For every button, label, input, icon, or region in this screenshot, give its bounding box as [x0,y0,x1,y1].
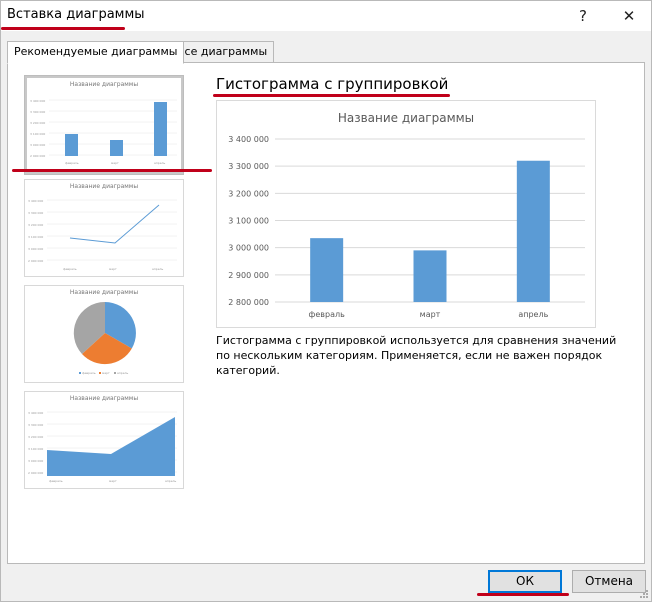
svg-text:март: март [109,479,117,483]
tab-content: Название диаграммы 3 400 000 3 300 000 3 2… [7,62,645,564]
svg-text:2 900 000: 2 900 000 [30,154,45,158]
y-tick-label: 2 800 000 [228,298,269,307]
y-tick-label: 3 200 000 [228,189,269,198]
svg-text:март: март [109,267,117,271]
svg-text:3 200 000: 3 200 000 [28,223,43,227]
svg-text:апрель: апрель [117,371,128,375]
svg-text:3 100 000: 3 100 000 [28,447,43,451]
svg-text:2 900 000: 2 900 000 [28,259,43,263]
title-bar: Вставка диаграммы ? ✕ [1,1,651,31]
y-tick-label: 3 000 000 [228,244,269,253]
dialog-title: Вставка диаграммы [7,7,145,22]
thumbnail-bar-3 [154,102,167,156]
bar [516,160,550,302]
tab-recommended-charts[interactable]: Рекомендуемые диаграммы [7,41,185,64]
bar [310,238,344,302]
svg-text:март: март [111,161,119,165]
x-tick-label: февраль [309,310,346,319]
y-tick-label: 2 900 000 [228,271,269,280]
thumbnail-bar-2 [110,140,123,156]
svg-text:3 000 000: 3 000 000 [28,247,43,251]
svg-text:3 400 000: 3 400 000 [28,199,43,203]
svg-text:3 300 000: 3 300 000 [28,211,43,215]
svg-text:3 000 000: 3 000 000 [28,459,43,463]
ok-highlight-underline [477,593,569,596]
svg-text:3 300 000: 3 300 000 [28,423,43,427]
chart-title: Название диаграммы [338,111,474,125]
thumbnail-pie-svg: февраль март апрель [73,301,136,375]
cancel-button[interactable]: Отмена [572,570,646,593]
thumbnail-column-svg: 3 400 000 3 300 000 3 200 000 3 100 000 3 0… [30,99,177,165]
selected-thumbnail-underline [12,169,212,172]
svg-text:3 100 000: 3 100 000 [30,132,45,136]
tab-all-charts[interactable]: Все диаграммы [170,41,275,63]
svg-text:3 100 000: 3 100 000 [28,235,43,239]
chart-description: Гистограмма с группировкой используется … [216,334,617,377]
y-tick-label: 3 300 000 [228,162,269,171]
svg-text:февраль: февраль [65,161,79,165]
close-icon: ✕ [622,7,636,25]
svg-text:февраль: февраль [82,371,96,375]
svg-text:апрель: апрель [154,161,165,165]
close-button[interactable]: ✕ [615,4,643,28]
thumbnail-clustered-column[interactable]: Название диаграммы 3 400 000 3 300 000 3 2… [24,75,184,175]
title-highlight-underline [1,27,125,30]
thumbnail-line[interactable]: Название диаграммы 3 400 000 3 300 000 3 2… [24,179,184,277]
resize-grip-icon[interactable] [639,589,649,599]
y-tick-label: 3 400 000 [228,135,269,144]
svg-text:3 000 000: 3 000 000 [30,143,45,147]
x-tick-label: март [420,310,441,319]
x-tick-label: апрель [518,310,548,319]
thumbnail-bar-1 [65,134,78,156]
thumbnail-list: Название диаграммы 3 400 000 3 300 000 3 2… [18,75,193,489]
svg-text:3 200 000: 3 200 000 [30,121,45,125]
help-button[interactable]: ? [569,4,597,28]
y-tick-label: 3 100 000 [228,217,269,226]
thumbnail-line-svg: 3 400 000 3 300 000 3 200 000 3 100 000 3 0… [28,199,177,271]
svg-text:3 400 000: 3 400 000 [30,99,45,103]
ok-button[interactable]: ОК [488,570,562,593]
thumbnail-pie[interactable]: Название диаграммы февраль март апрель [24,285,184,383]
svg-text:2 900 000: 2 900 000 [28,471,43,475]
chart-preview: Название диаграммы 2 800 000 2 900 000 3 00… [216,100,596,328]
insert-chart-dialog: Вставка диаграммы ? ✕ Рекомендуемые диаг… [0,0,652,602]
thumbnail-area-svg: 3 400 000 3 300 000 3 200 000 3 100 000 3 0… [28,411,177,483]
svg-text:март: март [102,371,110,375]
svg-text:апрель: апрель [165,479,176,483]
preview-chart-svg: Название диаграммы 2 800 000 2 900 000 3 00… [228,111,585,319]
svg-text:3 200 000: 3 200 000 [28,435,43,439]
svg-text:3 400 000: 3 400 000 [28,411,43,415]
bar [413,250,447,302]
chart-type-highlight-underline [213,94,450,97]
thumbnail-area[interactable]: Название диаграммы 3 400 000 3 300 000 3 2… [24,391,184,489]
dialog-footer: ОК Отмена [1,566,651,601]
thumbnail-canvas: Название диаграммы 3 400 000 3 300 000 3 2… [27,78,181,172]
svg-text:февраль: февраль [63,267,77,271]
svg-text:3 300 000: 3 300 000 [30,110,45,114]
thumbnail-area-series [47,417,175,476]
svg-text:февраль: февраль [49,479,63,483]
svg-text:апрель: апрель [152,267,163,271]
selected-chart-type-name: Гистограмма с группировкой [216,75,449,93]
